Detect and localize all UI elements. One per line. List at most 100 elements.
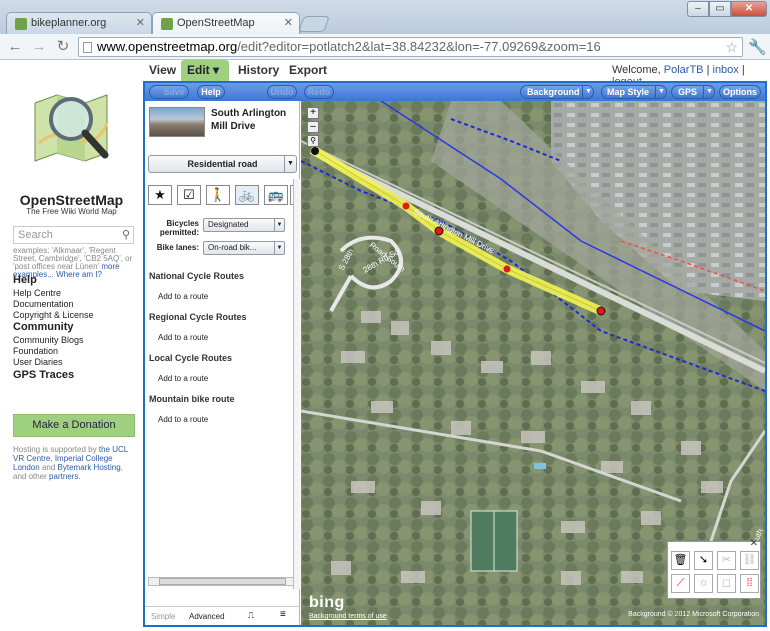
gps-traces-link[interactable]: GPS Traces xyxy=(13,369,74,381)
search-placeholder: Search xyxy=(18,229,53,241)
delete-icon[interactable]: 🗑 xyxy=(671,551,690,570)
gps-button[interactable]: GPS ▼ xyxy=(671,85,715,99)
url-path: /edit?editor=potlatch2&lat=38.84232&lon=… xyxy=(237,39,601,54)
bicycles-permitted-select[interactable]: Designated ▼ xyxy=(203,218,285,232)
site-subtitle: The Free Wiki World Map xyxy=(26,207,117,216)
tab-close-icon[interactable]: ✕ xyxy=(284,16,293,29)
reload-icon[interactable]: ↻ xyxy=(54,38,72,56)
bus-icon[interactable]: 🚌 xyxy=(264,185,288,205)
undo-button[interactable]: Undo xyxy=(267,85,297,99)
maximize-button[interactable]: ▭ xyxy=(709,1,731,17)
community-blogs-link[interactable]: Community Blogs xyxy=(13,335,84,345)
user-link[interactable]: PolarTB xyxy=(664,64,704,76)
user-diaries-link[interactable]: User Diaries xyxy=(13,357,63,367)
donate-button[interactable]: Make a Donation xyxy=(13,414,135,437)
new-tab-button[interactable] xyxy=(298,16,330,32)
search-icon[interactable]: ⚲ xyxy=(122,228,130,241)
map-style-button[interactable]: Map Style ▼ xyxy=(601,85,667,99)
welcome-text: Welcome, xyxy=(612,64,661,76)
separator: | xyxy=(741,64,745,76)
browser-tab-strip: bikeplanner.org ✕ OpenStreetMap ✕ – ▭ ✕ xyxy=(0,0,770,34)
field-label-bike-lanes: Bike lanes: xyxy=(156,243,199,252)
zoom-in-button[interactable]: + xyxy=(307,107,319,119)
straighten-icon[interactable]: ⟋ xyxy=(671,574,690,593)
background-terms-link[interactable]: Background terms of use xyxy=(309,613,387,620)
way-endpoint-node[interactable] xyxy=(311,147,319,155)
help-centre-link[interactable]: Help Centre xyxy=(13,288,61,298)
add-route-button[interactable]: Add to a route xyxy=(158,374,208,383)
hosting-prefix: Hosting is supported by xyxy=(13,445,97,454)
add-route-button[interactable]: Add to a route xyxy=(158,333,208,342)
nav-history[interactable]: History xyxy=(238,63,279,77)
checkbox-icon[interactable]: ☑ xyxy=(177,185,201,205)
relation-icon[interactable]: ⎍ xyxy=(248,610,254,621)
documentation-link[interactable]: Documentation xyxy=(13,299,74,309)
merge-icon[interactable]: ⛓ xyxy=(740,551,759,570)
feature-name: South Arlington Mill Drive xyxy=(211,108,287,132)
tab-simple[interactable]: Simple xyxy=(151,612,175,621)
community-heading: Community xyxy=(13,321,74,333)
chevron-down-icon: ▼ xyxy=(655,85,667,99)
scrollbar-thumb[interactable] xyxy=(159,578,286,585)
magnify-icon[interactable]: ⚲ xyxy=(307,135,319,147)
address-bar[interactable]: www.openstreetmap.org/edit?editor=potlat… xyxy=(78,37,743,57)
close-window-button[interactable]: ✕ xyxy=(731,1,767,17)
options-button[interactable]: Options xyxy=(719,85,761,99)
feature-type-select[interactable]: Residential road ▼ xyxy=(148,155,297,173)
bytemark-link[interactable]: Bytemark Hosting xyxy=(58,463,121,472)
nav-export[interactable]: Export xyxy=(289,63,327,77)
close-icon[interactable]: ✕ xyxy=(750,538,758,549)
horizontal-scrollbar[interactable] xyxy=(148,577,294,586)
where-am-i-link[interactable]: Where am I? xyxy=(56,270,102,279)
parallel-icon[interactable]: ⁞⁞ xyxy=(740,574,759,593)
direction-icon[interactable]: ➘ xyxy=(694,551,713,570)
nav-view[interactable]: View xyxy=(149,63,176,77)
bookmark-star-icon[interactable]: ☆ xyxy=(725,38,738,56)
search-input[interactable]: Search ⚲ xyxy=(13,226,134,244)
osm-top-nav: View Edit ▾ History Export Welcome, Pola… xyxy=(0,60,770,88)
split-icon[interactable]: ✂ xyxy=(717,551,736,570)
forward-arrow-icon[interactable]: → xyxy=(30,38,48,56)
feature-type-value: Residential road xyxy=(187,159,258,169)
tab-bikeplanner[interactable]: bikeplanner.org ✕ xyxy=(6,12,152,34)
zoom-out-button[interactable]: – xyxy=(307,121,319,133)
bicycle-icon[interactable]: 🚲 xyxy=(235,185,259,205)
vertical-scrollbar[interactable] xyxy=(293,179,300,589)
star-icon[interactable]: ★ xyxy=(148,185,172,205)
bike-lanes-select[interactable]: On-road bik... ▼ xyxy=(203,241,285,255)
way-node[interactable] xyxy=(402,202,410,210)
chevron-down-icon: ▼ xyxy=(582,85,594,99)
map-canvas[interactable]: South Arlington Mill Drive S 28th Road S… xyxy=(301,101,765,625)
category-tabs: ★ ☑ 🚶 🚲 🚌 xyxy=(148,185,300,207)
background-button[interactable]: Background ▼ xyxy=(520,85,594,99)
inbox-link[interactable]: inbox xyxy=(713,64,739,76)
wrench-icon[interactable]: 🔧 xyxy=(748,38,767,56)
copyright-link[interactable]: Copyright & License xyxy=(13,310,94,320)
redo-button[interactable]: Redo xyxy=(304,85,334,99)
help-button[interactable]: Help xyxy=(197,85,225,99)
partners-link[interactable]: partners. xyxy=(49,472,81,481)
way-node[interactable] xyxy=(503,265,511,273)
way-junction-node[interactable] xyxy=(596,306,606,316)
pedestrian-icon[interactable]: 🚶 xyxy=(206,185,230,205)
menu-icon[interactable]: ≡ xyxy=(280,609,286,620)
add-route-button[interactable]: Add to a route xyxy=(158,415,208,424)
tab-close-icon[interactable]: ✕ xyxy=(136,16,145,29)
panel-footer: Simple Advanced ⎍ ≡ xyxy=(145,606,300,625)
circularise-icon[interactable]: ◌ xyxy=(694,574,713,593)
bicycles-value: Designated xyxy=(208,220,249,229)
square-icon[interactable]: ◻ xyxy=(717,574,736,593)
url-host: www.openstreetmap.org xyxy=(97,39,238,54)
editor-toolbar: Save Help Undo Redo Background ▼ Map Styl… xyxy=(145,83,765,101)
hosting-note: Hosting is supported by the UCL VR Centr… xyxy=(13,445,135,481)
nav-edit[interactable]: Edit ▾ xyxy=(181,60,229,81)
minimize-button[interactable]: – xyxy=(687,1,709,17)
foundation-link[interactable]: Foundation xyxy=(13,346,58,356)
add-route-button[interactable]: Add to a route xyxy=(158,292,208,301)
tab-advanced[interactable]: Advanced xyxy=(189,612,225,621)
osm-logo-icon[interactable] xyxy=(27,83,115,171)
save-button[interactable]: Save xyxy=(149,85,189,99)
tab-openstreetmap[interactable]: OpenStreetMap ✕ xyxy=(152,12,300,34)
back-arrow-icon[interactable]: ← xyxy=(6,38,24,56)
hosting-sep: , xyxy=(50,454,53,463)
